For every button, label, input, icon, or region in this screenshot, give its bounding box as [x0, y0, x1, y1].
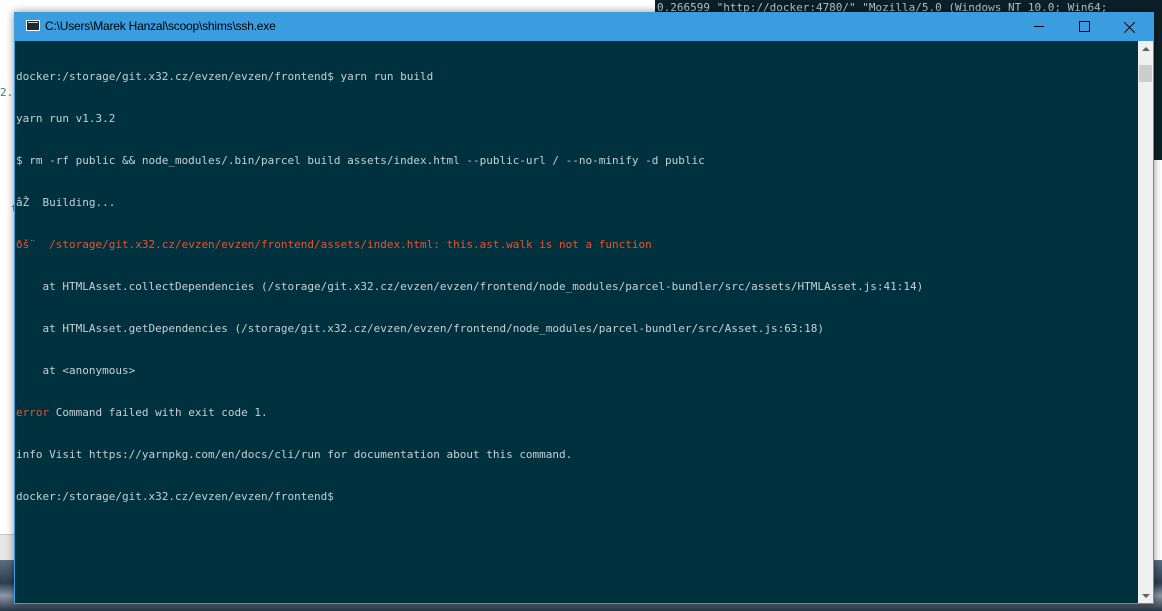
- terminal-prompt-line[interactable]: docker:/storage/git.x32.cz/evzen/evzen/f…: [16, 490, 923, 504]
- minimize-icon: [1034, 26, 1044, 27]
- error-message: /storage/git.x32.cz/evzen/evzen/frontend…: [35, 238, 652, 251]
- error-symbol: ðš¨: [16, 238, 36, 251]
- background-text-fragment: 2.:: [0, 86, 15, 99]
- window-titlebar[interactable]: C:\Users\Marek Hanzal\scoop\shims\ssh.ex…: [14, 12, 1154, 41]
- ssh-terminal-window[interactable]: C:\Users\Marek Hanzal\scoop\shims\ssh.ex…: [14, 12, 1154, 604]
- terminal-line: info Visit https://yarnpkg.com/en/docs/c…: [16, 448, 573, 461]
- desktop-screen: 0.266599 "http://docker:4780/" "Mozilla/…: [0, 0, 1162, 611]
- scrollbar-thumb[interactable]: [1139, 65, 1152, 82]
- terminal-error-line: ðš¨ /storage/git.x32.cz/evzen/evzen/fron…: [16, 238, 923, 252]
- terminal-area[interactable]: docker:/storage/git.x32.cz/evzen/evzen/f…: [15, 41, 1138, 603]
- scroll-up-button[interactable]: [1138, 41, 1153, 56]
- scroll-down-arrow-icon: [1141, 593, 1150, 598]
- console-window-icon[interactable]: [26, 20, 40, 31]
- error-label: error: [16, 406, 50, 419]
- terminal-line: at HTMLAsset.getDependencies (/storage/g…: [16, 322, 824, 335]
- terminal-error-line: error Command failed with exit code 1.: [16, 406, 923, 420]
- maximize-icon: [1078, 21, 1090, 32]
- window-title: C:\Users\Marek Hanzal\scoop\shims\ssh.ex…: [45, 19, 276, 33]
- terminal-line: docker:/storage/git.x32.cz/evzen/evzen/f…: [16, 70, 434, 83]
- scroll-up-arrow-icon: [1141, 46, 1150, 51]
- background-window-edge: [1154, 160, 1162, 580]
- terminal-line: âŽ Building...: [16, 196, 116, 209]
- background-editor-strip: 2.: t: [0, 14, 15, 534]
- vertical-scrollbar[interactable]: [1138, 41, 1153, 603]
- terminal-line: at HTMLAsset.collectDependencies (/stora…: [16, 280, 924, 293]
- close-icon: [1124, 21, 1136, 33]
- scroll-down-button[interactable]: [1138, 588, 1153, 603]
- terminal-line: at <anonymous>: [16, 364, 136, 377]
- maximize-button[interactable]: [1061, 12, 1107, 41]
- terminal-line: yarn run v1.3.2: [16, 112, 116, 125]
- background-panel-divider: [0, 534, 15, 561]
- terminal-line: $ rm -rf public && node_modules/.bin/par…: [16, 154, 705, 167]
- terminal-output[interactable]: docker:/storage/git.x32.cz/evzen/evzen/f…: [16, 42, 923, 532]
- close-button[interactable]: [1107, 12, 1153, 41]
- error-detail: Command failed with exit code 1.: [49, 406, 268, 419]
- minimize-button[interactable]: [1016, 12, 1062, 41]
